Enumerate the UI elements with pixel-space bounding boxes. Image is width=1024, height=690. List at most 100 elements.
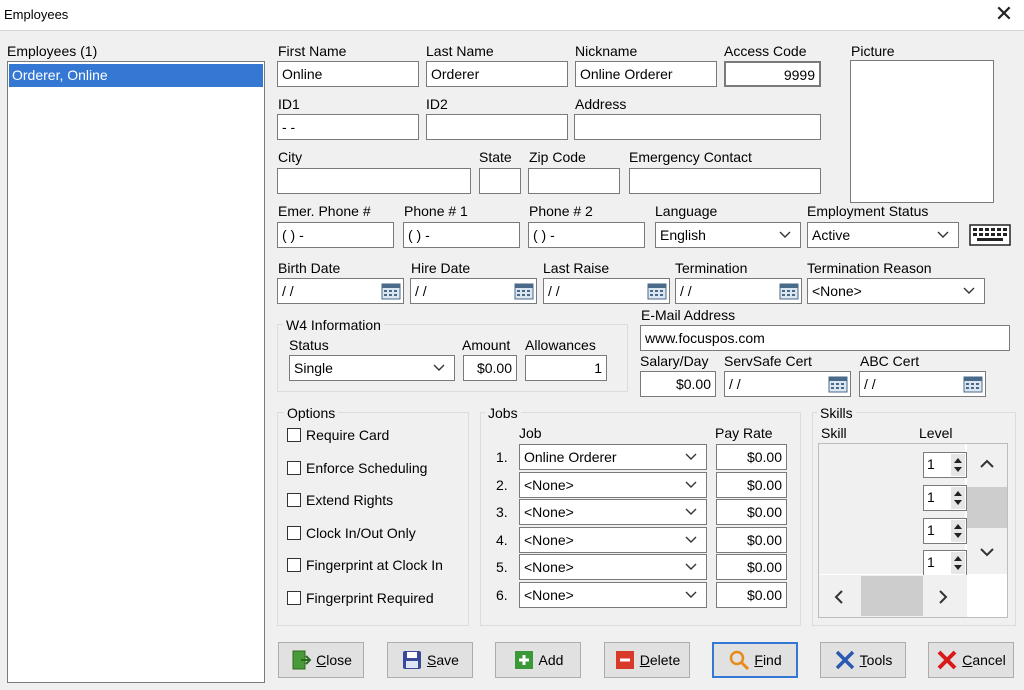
pay-rate-input[interactable]: $0.00: [716, 499, 787, 525]
spinner-arrows-icon[interactable]: [951, 552, 965, 574]
require-card-checkbox[interactable]: [287, 428, 301, 442]
scroll-left-icon[interactable]: [833, 589, 845, 605]
clock-in-out-only-checkbox[interactable]: [287, 526, 301, 540]
termination-reason-value: <None>: [812, 283, 862, 299]
w4-status-select[interactable]: Single: [289, 355, 455, 381]
fingerprint-required-checkbox[interactable]: [287, 591, 301, 605]
horizontal-scroll-thumb[interactable]: [861, 576, 923, 616]
job-select[interactable]: Online Orderer: [519, 444, 707, 470]
tools-icon: [835, 650, 854, 670]
id1-input[interactable]: - -: [277, 114, 419, 140]
find-button[interactable]: Find: [712, 642, 798, 678]
chevron-down-icon: [685, 508, 697, 515]
fingerprint-at-clock-in-label: Fingerprint at Clock In: [306, 557, 443, 573]
job-row-number: 1.: [496, 449, 508, 465]
job-select[interactable]: <None>: [519, 472, 707, 498]
nickname-input[interactable]: Online Orderer: [575, 61, 717, 87]
birth-date-label: Birth Date: [278, 260, 341, 276]
job-select[interactable]: <None>: [519, 499, 707, 525]
delete-button[interactable]: Delete: [604, 642, 690, 678]
enforce-scheduling-checkbox[interactable]: [287, 461, 301, 475]
spinner-arrows-icon[interactable]: [951, 487, 965, 509]
last-name-input[interactable]: Orderer: [426, 61, 568, 87]
address-input[interactable]: [574, 114, 821, 140]
phone1-label: Phone # 1: [404, 203, 468, 219]
pay-rate-input[interactable]: $0.00: [716, 554, 787, 580]
vertical-scrollbar[interactable]: [967, 444, 1007, 574]
employees-listbox[interactable]: Orderer, Online: [7, 61, 265, 683]
servsafe-cert-input[interactable]: / /: [724, 371, 851, 397]
scroll-down-icon[interactable]: [979, 546, 995, 558]
first-name-input[interactable]: Online: [277, 61, 419, 87]
skill-level-spinner[interactable]: 1: [923, 452, 967, 478]
extend-rights-checkbox[interactable]: [287, 493, 301, 507]
city-label: City: [278, 149, 303, 165]
spinner-arrows-icon[interactable]: [951, 520, 965, 542]
skills-grid[interactable]: 1 1 1 1: [818, 443, 1008, 618]
last-raise-value: / /: [548, 283, 560, 299]
close-button[interactable]: Close: [278, 642, 364, 678]
job-select[interactable]: <None>: [519, 527, 707, 553]
employees-list-header: Employees (1): [7, 43, 98, 59]
pay-rate-input[interactable]: $0.00: [716, 527, 787, 553]
spinner-arrows-icon[interactable]: [951, 454, 965, 476]
cancel-button[interactable]: Cancel: [928, 642, 1014, 678]
save-button-key: S: [427, 652, 437, 668]
emer-phone-input[interactable]: ( ) -: [277, 222, 394, 248]
job-select[interactable]: <None>: [519, 582, 707, 608]
scroll-right-icon[interactable]: [937, 589, 949, 605]
city-input[interactable]: [277, 168, 471, 194]
phone2-input[interactable]: ( ) -: [528, 222, 645, 248]
calendar-icon[interactable]: [779, 282, 799, 300]
save-button[interactable]: Save: [387, 642, 473, 678]
find-button-key: F: [754, 652, 763, 668]
employee-list-item[interactable]: Orderer, Online: [9, 64, 263, 87]
horizontal-scrollbar[interactable]: [819, 575, 967, 617]
calendar-icon[interactable]: [514, 282, 534, 300]
last-raise-input[interactable]: / /: [543, 278, 670, 304]
salary-day-input[interactable]: $0.00: [640, 371, 716, 397]
phone1-input[interactable]: ( ) -: [403, 222, 520, 248]
zip-code-input[interactable]: [528, 168, 620, 194]
skill-level-spinner[interactable]: 1: [923, 550, 967, 576]
w4-amount-input[interactable]: $0.00: [463, 355, 517, 381]
job-value: <None>: [524, 587, 574, 603]
scroll-up-icon[interactable]: [979, 458, 995, 470]
termination-reason-select[interactable]: <None>: [807, 278, 985, 304]
picture-box[interactable]: [850, 60, 994, 203]
tools-button[interactable]: Tools: [820, 642, 906, 678]
calendar-icon[interactable]: [647, 282, 667, 300]
phone2-label: Phone # 2: [529, 203, 593, 219]
termination-input[interactable]: / /: [675, 278, 802, 304]
add-button[interactable]: Add: [495, 642, 581, 678]
last-raise-label: Last Raise: [543, 260, 610, 276]
keyboard-button[interactable]: [967, 222, 1013, 248]
pay-rate-input[interactable]: $0.00: [716, 472, 787, 498]
fingerprint-at-clock-in-checkbox[interactable]: [287, 558, 301, 572]
chevron-down-icon: [779, 231, 791, 238]
pay-rate-input[interactable]: $0.00: [716, 444, 787, 470]
pay-rate-input[interactable]: $0.00: [716, 582, 787, 608]
email-input[interactable]: www.focuspos.com: [640, 325, 1010, 351]
hire-date-input[interactable]: / /: [410, 278, 537, 304]
skill-level-spinner[interactable]: 1: [923, 518, 967, 544]
calendar-icon[interactable]: [828, 375, 848, 393]
birth-date-input[interactable]: / /: [277, 278, 404, 304]
skill-level-spinner[interactable]: 1: [923, 485, 967, 511]
job-select[interactable]: <None>: [519, 554, 707, 580]
close-window-icon[interactable]: ✕: [992, 3, 1016, 27]
vertical-scroll-thumb[interactable]: [967, 487, 1007, 528]
access-code-input[interactable]: 9999: [724, 61, 821, 87]
state-input[interactable]: [479, 168, 521, 194]
calendar-icon[interactable]: [381, 282, 401, 300]
calendar-icon[interactable]: [963, 375, 983, 393]
id2-input[interactable]: [426, 114, 568, 140]
hire-date-value: / /: [415, 283, 427, 299]
emergency-contact-input[interactable]: [629, 168, 821, 194]
employment-status-select[interactable]: Active: [807, 222, 959, 248]
w4-allowances-input[interactable]: 1: [525, 355, 607, 381]
language-select[interactable]: English: [655, 222, 801, 248]
abc-cert-input[interactable]: / /: [859, 371, 986, 397]
title-bar: Employees ✕: [0, 0, 1024, 31]
state-label: State: [479, 149, 512, 165]
